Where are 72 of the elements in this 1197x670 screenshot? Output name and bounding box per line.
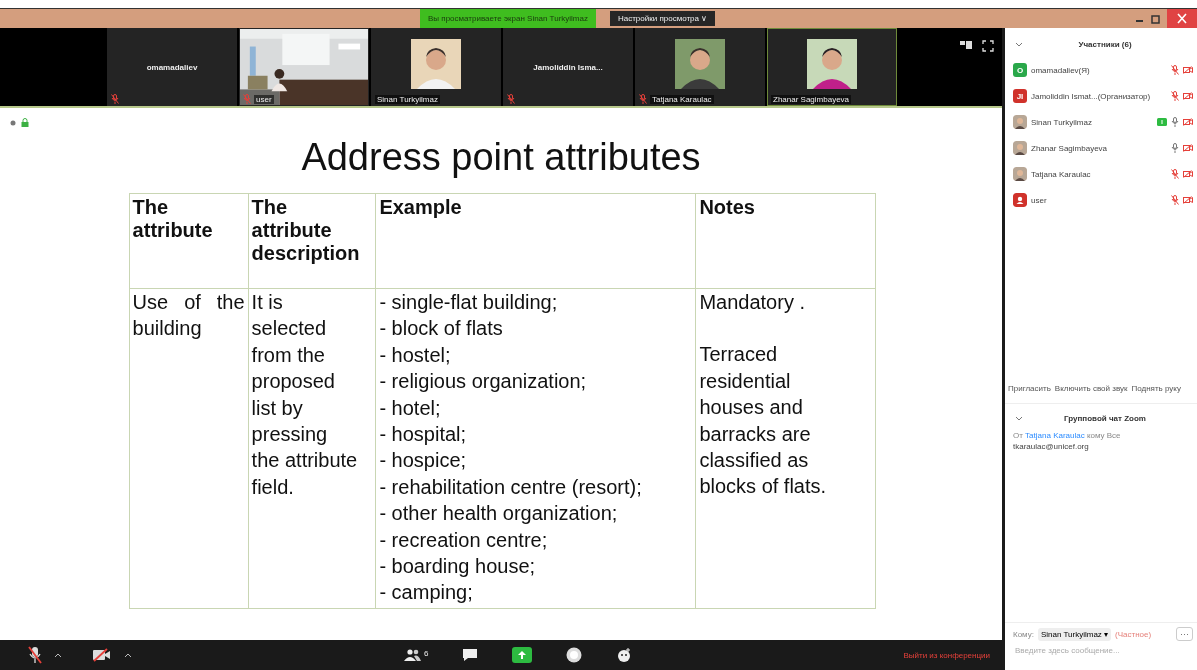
table-cell: - single-flat building; - block of flats - hostel; - religious organization; - hotel; - hospital; - hospice; - rehabilitation centre (resort); - other health organization; - recreation centre; - boarding house; - camping; <box>375 288 696 609</box>
chat-icon[interactable] <box>462 648 479 662</box>
participant-item[interactable]: JI Jamoliddin Ismat...(Организатор) <box>1005 83 1197 109</box>
collapse-icon[interactable] <box>1015 415 1023 422</box>
participant-name: Sinan Turkyilmaz <box>375 95 440 104</box>
participant-name: Tatjana Karaulac <box>1031 169 1092 179</box>
participant-name: Sinan Turkyilmaz <box>1031 117 1093 127</box>
slide-title: Address point attributes <box>301 136 701 179</box>
participant-name: Zhanar Sagimbayeva <box>1031 143 1109 153</box>
status-dot-icon <box>10 119 16 126</box>
video-tile[interactable]: Jamoliddin Isma... <box>503 28 633 106</box>
layout-icon[interactable] <box>960 40 972 50</box>
message-header: От Tatjana Karaulac кому Все <box>1012 431 1122 440</box>
participant-item[interactable]: O omamadaliev(Я) <box>1005 57 1197 83</box>
caret-icon[interactable] <box>124 652 132 658</box>
participants-button[interactable]: 6 <box>404 649 429 661</box>
close-icon[interactable] <box>1167 9 1197 28</box>
table-cell: It is selected from the proposed list by pressing the attribute field. <box>248 288 376 609</box>
avatar: JI <box>1013 89 1027 103</box>
participant-name: user <box>254 94 274 104</box>
video-tile[interactable]: Zhanar Sagimbayeva <box>767 28 897 106</box>
share-screen-icon[interactable] <box>512 647 533 663</box>
participant-item[interactable]: user <box>1005 187 1197 213</box>
participant-name: user <box>1031 195 1048 205</box>
leave-meeting-button[interactable]: Выйти из конференции <box>897 649 996 661</box>
video-off-icon <box>1183 196 1193 204</box>
avatar <box>1013 141 1027 155</box>
muted-mic-icon[interactable] <box>28 646 42 664</box>
video-tile[interactable]: Tatjana Karaulac <box>635 28 765 106</box>
video-off-icon <box>1183 144 1193 152</box>
panel-button[interactable]: Включить свой звук <box>1053 382 1129 395</box>
fullscreen-icon[interactable] <box>982 40 994 52</box>
recipient-dropdown[interactable]: Sinan Turkyilmaz ▾ <box>1037 627 1112 641</box>
table-cell: Use of the building <box>129 288 249 609</box>
view-options-button[interactable]: Настройки просмотра ∨ <box>609 11 716 26</box>
participant-item[interactable]: Tatjana Karaulac <box>1005 161 1197 187</box>
participant-item[interactable]: Sinan Turkyilmaz <box>1005 109 1197 135</box>
caret-icon[interactable] <box>54 652 62 658</box>
video-off-icon <box>1183 92 1193 100</box>
participant-name: Tatjana Karaulac <box>650 94 714 104</box>
video-tile[interactable]: omamadaliev <box>107 28 237 106</box>
more-button[interactable]: ··· <box>1176 627 1193 641</box>
lock-icon <box>21 118 29 127</box>
video-tile[interactable]: user <box>239 28 369 106</box>
column-header: Example <box>375 193 696 289</box>
column-header: Notes <box>695 193 876 289</box>
avatar <box>1013 167 1027 181</box>
video-off-icon <box>1183 170 1193 178</box>
panel-title: Участники (6) <box>1077 40 1133 49</box>
column-header: The attribute description <box>248 193 376 289</box>
collapse-icon[interactable] <box>1015 41 1023 48</box>
record-icon[interactable] <box>566 647 583 663</box>
recipient-label: Кому: <box>1013 629 1034 639</box>
avatar: O <box>1013 63 1027 77</box>
video-off-icon <box>1183 118 1193 126</box>
participant-name: omamadaliev(Я) <box>1031 65 1091 75</box>
chat-title: Групповой чат Zoom <box>1063 414 1147 423</box>
participant-name: Zhanar Sagimbayeva <box>771 95 852 104</box>
participant-name: Jamoliddin Ismat...(Организатор) <box>1031 91 1152 101</box>
video-off-icon[interactable] <box>92 648 112 662</box>
chat-message: tkaraulac@unicef.org <box>1012 441 1090 453</box>
video-off-icon <box>1183 66 1193 74</box>
column-header: The attribute <box>129 193 249 289</box>
participant-name: omamadaliev <box>146 62 198 72</box>
participant-item[interactable]: Zhanar Sagimbayeva <box>1005 135 1197 161</box>
private-label: (Частное) <box>1115 629 1152 639</box>
table-cell: Mandatory . Terraced residential houses and barracks are classified as blocks of flats. <box>695 288 876 609</box>
smiley-icon[interactable] <box>616 647 633 663</box>
sharing-banner: Вы просматриваете экран Sinan Turkyilmaz <box>420 9 596 28</box>
participant-name: Jamoliddin Isma... <box>533 62 603 72</box>
avatar <box>1013 115 1027 129</box>
video-tile[interactable]: Sinan Turkyilmaz <box>371 28 501 106</box>
